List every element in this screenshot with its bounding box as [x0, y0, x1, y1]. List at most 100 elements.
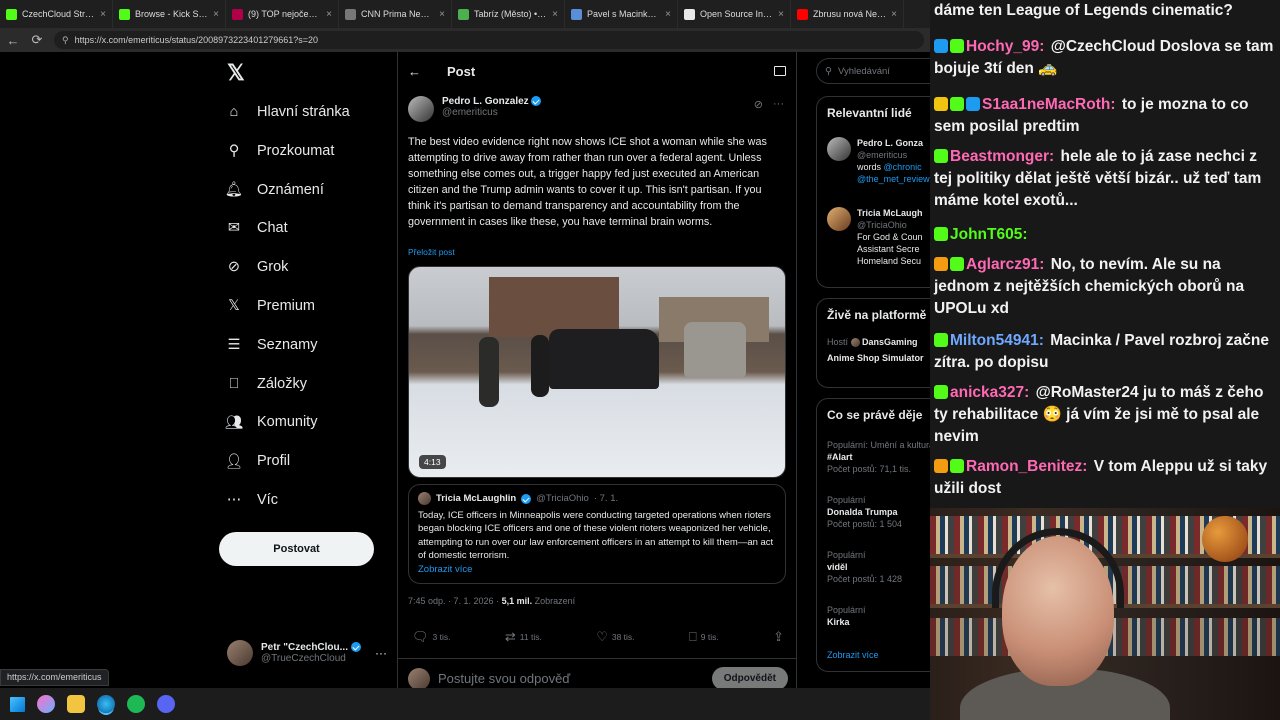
person-bio: Assistant Secre	[857, 244, 920, 254]
more-icon[interactable]: ···	[773, 98, 784, 111]
windows-start-icon[interactable]	[10, 696, 25, 712]
nav-item-premium[interactable]: 𝕏 Premium	[225, 294, 315, 318]
edge-browser-icon[interactable]	[97, 695, 115, 713]
share-button[interactable]: ⇪	[773, 629, 784, 645]
trend-item[interactable]: Populární: Umění a kultura #Alart Počet po…	[827, 439, 930, 475]
chat-username[interactable]: Hochy_99:	[966, 38, 1044, 55]
reader-mode-icon[interactable]	[774, 66, 786, 76]
nav-item-seznamy[interactable]: ☰ Seznamy	[225, 333, 318, 357]
author-avatar[interactable]	[408, 96, 434, 122]
browser-tab[interactable]: Pavel s Macinkou se ×	[565, 0, 678, 28]
chat-username[interactable]: Milton54941:	[950, 332, 1044, 349]
nav-item-label: Komunity	[257, 414, 318, 431]
translate-link[interactable]: Přeložit post	[408, 247, 455, 257]
nav-item-profil[interactable]: 👤︎ Profil	[225, 449, 290, 473]
reload-icon[interactable]: ⟳	[30, 32, 44, 48]
close-icon[interactable]: ×	[213, 9, 219, 20]
bookmark-button[interactable]: ⎕ 9 tis.	[689, 629, 719, 645]
show-more-link[interactable]: Zobrazit více	[418, 563, 776, 577]
person-handle: @TriciaOhio	[857, 220, 907, 230]
live-card[interactable]: Živě na platformě Hostí DansGaming Anime…	[816, 298, 930, 388]
browser-tab[interactable]: CNN Prima News HD ×	[339, 0, 452, 28]
nav-item-komunity[interactable]: 👥︎ Komunity	[225, 410, 318, 434]
close-icon[interactable]: ×	[100, 9, 106, 20]
spotify-icon[interactable]	[127, 695, 145, 713]
x-logo-icon[interactable]: 𝕏	[227, 62, 249, 84]
chat-username[interactable]: anicka327:	[950, 384, 1029, 401]
browser-tab[interactable]: Tabríz (Město) • Map ×	[452, 0, 565, 28]
chat-message: S1aa1neMacRoth: to je mozna to co sem po…	[934, 94, 1276, 138]
chat-message: JohnT605:	[934, 224, 1276, 246]
reply-input[interactable]: Postujte svou odpověď	[438, 671, 704, 686]
author-name[interactable]: Pedro L. Gonzalez	[442, 96, 542, 107]
close-icon[interactable]: ×	[552, 9, 558, 20]
browser-tab[interactable]: CzechCloud Stream ×	[0, 0, 113, 28]
browser-tab[interactable]: Browse - Kick Stream ×	[113, 0, 226, 28]
quote-author-handle: @TriciaOhio	[536, 493, 589, 504]
repost-button[interactable]: ⇄ 11 tis.	[505, 629, 542, 645]
search-icon: ⚲	[228, 142, 240, 159]
person-row[interactable]: Pedro L. Gonza @emeriticus words @chroni…	[827, 137, 930, 185]
author-handle[interactable]: @emeriticus	[442, 107, 541, 118]
nav-item-oznámení[interactable]: 🔔︎ Oznámení	[225, 178, 324, 202]
browser-tab[interactable]: Open Source Intel na ×	[678, 0, 791, 28]
back-icon[interactable]: ←	[6, 33, 20, 48]
discord-icon[interactable]	[157, 695, 175, 713]
close-icon[interactable]: ×	[326, 9, 332, 20]
nav-item-grok[interactable]: ⊘ Grok	[225, 255, 289, 279]
search-input[interactable]: ⚲ Vyhledávání	[816, 58, 930, 84]
nav-item-chat[interactable]: ✉ Chat	[225, 216, 288, 240]
trend-item[interactable]: Populární Donalda Trumpa Počet postů: 1 50…	[827, 494, 902, 530]
grok-icon[interactable]: ⊘	[754, 98, 763, 111]
copilot-icon[interactable]	[37, 695, 55, 713]
trend-item[interactable]: Populární viděl Počet postů: 1 428	[827, 549, 902, 585]
back-arrow-icon[interactable]: ←	[408, 64, 421, 79]
more-icon[interactable]: ···	[375, 646, 387, 660]
chat-username[interactable]: S1aa1neMacRoth:	[982, 96, 1116, 113]
nav-item-záložky[interactable]: ⎕ Záložky	[225, 372, 307, 396]
trend-item[interactable]: Populární Kirka	[827, 604, 866, 628]
tab-title: CNN Prima News HD	[361, 9, 434, 19]
account-switcher[interactable]: Petr "CzechClou... @TrueCzechCloud ···	[227, 640, 387, 666]
chat-username[interactable]: Beastmonger:	[950, 148, 1054, 165]
nav-item-víc[interactable]: ⋯ Víc	[225, 488, 278, 512]
site-info-icon[interactable]: ⚲	[62, 35, 69, 46]
person-bio: words @chronic	[857, 162, 922, 172]
post-author[interactable]: Pedro L. Gonzalez @emeriticus	[408, 96, 542, 122]
post-meta: 7:45 odp. · 7. 1. 2026 · 5,1 mil. Zobraz…	[408, 596, 575, 606]
taskbar	[0, 688, 930, 720]
close-icon[interactable]: ×	[439, 9, 445, 20]
nav-item-hlavní-stránka[interactable]: ⌂ Hlavní stránka	[225, 100, 350, 124]
chat-username[interactable]: JohnT605:	[950, 226, 1028, 243]
url-field[interactable]: ⚲ https://x.com/emeriticus/status/200897…	[54, 31, 924, 49]
person-name[interactable]: Tricia McLaugh	[857, 207, 923, 219]
reply-count: 3 tis.	[432, 632, 451, 642]
close-icon[interactable]: ×	[891, 9, 897, 20]
badge-icon	[966, 97, 980, 111]
chat-username[interactable]: Ramon_Benitez:	[966, 458, 1087, 475]
reply-button[interactable]: 🗨︎ 3 tis.	[412, 629, 450, 645]
browser-tab[interactable]: (9) TOP nejočekávané ×	[226, 0, 339, 28]
post-timestamp[interactable]: 7:45 odp. · 7. 1. 2026 ·	[408, 596, 502, 606]
close-icon[interactable]: ×	[778, 9, 784, 20]
browser-tab[interactable]: Zbrusu nová New Ga ×	[791, 0, 904, 28]
video-player[interactable]: 4:13	[408, 266, 786, 478]
chat-text: dáme ten League of Legends cinematic?	[934, 2, 1233, 19]
nav-item-prozkoumat[interactable]: ⚲ Prozkoumat	[225, 139, 335, 163]
person-row[interactable]: Tricia McLaugh @TriciaOhio For God & Cou…	[827, 207, 923, 267]
like-button[interactable]: ♡ 38 tis.	[596, 629, 634, 645]
reply-submit-button[interactable]: Odpovědět	[711, 667, 788, 688]
person-avatar[interactable]	[827, 137, 851, 161]
post-button[interactable]: Postovat	[219, 532, 374, 566]
reply-icon: 🗨︎	[412, 629, 429, 644]
trend-category: Populární	[827, 495, 866, 505]
show-more-link[interactable]: Zobrazit více	[827, 649, 879, 661]
chat-username[interactable]: Aglarcz91:	[966, 256, 1044, 273]
person-avatar[interactable]	[827, 207, 851, 231]
account-name: Petr "CzechClou...	[261, 642, 367, 653]
file-explorer-icon[interactable]	[67, 695, 85, 713]
close-icon[interactable]: ×	[665, 9, 671, 20]
person-name[interactable]: Pedro L. Gonza	[857, 137, 930, 149]
person-bio-link[interactable]: @the_met_review	[857, 173, 930, 185]
quoted-post[interactable]: Tricia McLaughlin @TriciaOhio · 7. 1. To…	[408, 484, 786, 584]
